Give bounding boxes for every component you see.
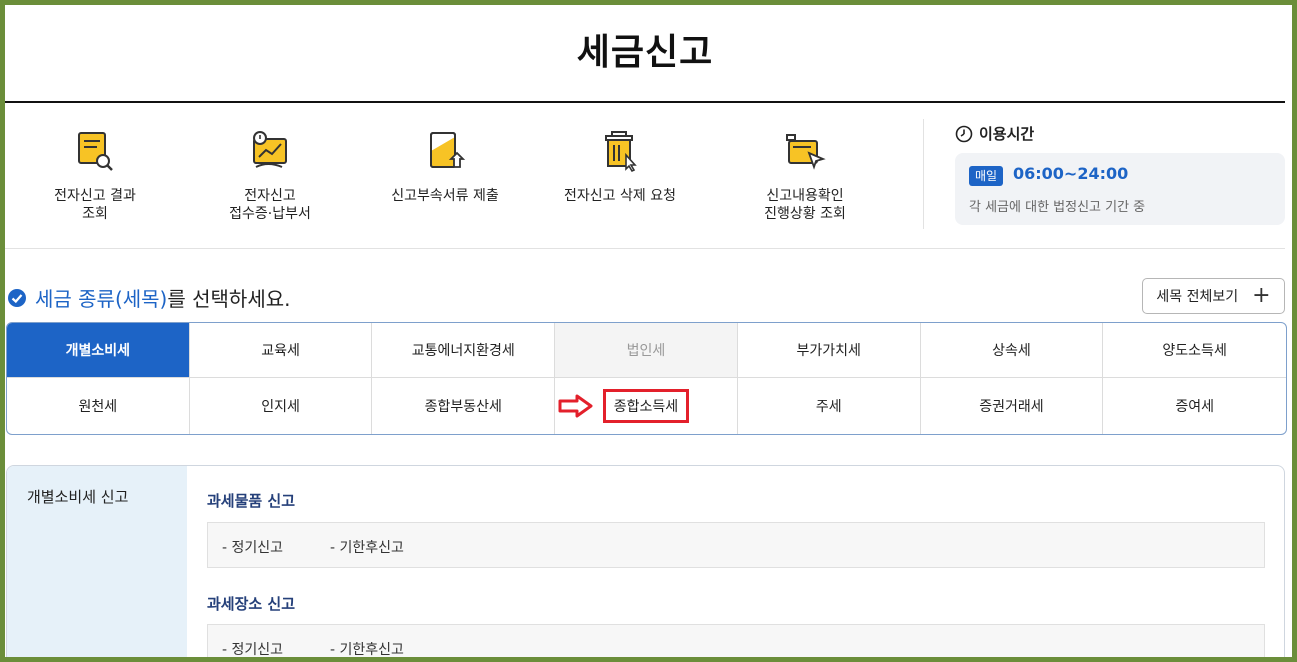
hours-desc: 각 세금에 대한 법정신고 기간 중 (969, 200, 1146, 215)
hours-title-text: 이용시간 (979, 125, 1035, 143)
tax-tab-education[interactable]: 교육세 (189, 323, 373, 378)
quick-menu-label: 전자신고 결과 조회 (54, 188, 136, 222)
hours-box: 매일 06:00~24:00 각 세금에 대한 법정신고 기간 중 (955, 153, 1285, 225)
quick-menu-receipt[interactable]: 전자신고 접수증·납부서 (185, 129, 355, 223)
quick-menu-divider (923, 119, 924, 229)
option-late-filing[interactable]: - 기한후신고 (330, 537, 404, 557)
quick-menu-label: 신고부속서류 제출 (391, 188, 499, 204)
option-regular-filing[interactable]: - 정기신고 (222, 537, 283, 557)
receipt-chart-icon (253, 131, 287, 168)
quick-menu-label: 신고내용확인 진행상황 조회 (764, 188, 846, 222)
tax-tab-withholding[interactable]: 원천세 (7, 378, 190, 434)
tax-type-grid: 개별소비세 교육세 교통에너지환경세 법인세 부가가치세 상속세 양도소득세 원… (6, 322, 1287, 435)
quick-menu-result-lookup[interactable]: 전자신고 결과 조회 (10, 129, 180, 223)
options-box-goods: - 정기신고 - 기한후신고 (207, 522, 1265, 568)
section-title-places: 과세장소 신고 (207, 595, 296, 613)
page-frame: 세금신고 전자신고 결과 조회 전자신고 접수증·납부서 신고부속서류 제출 전… (5, 5, 1292, 657)
tax-tab-securities-transaction[interactable]: 증권거래세 (921, 378, 1104, 434)
tax-tab-stamp[interactable]: 인지세 (190, 378, 373, 434)
highlight-box: 종합소득세 (602, 389, 690, 423)
document-upload-icon (430, 132, 466, 168)
tax-tab-global-income[interactable]: 종합소득세 (555, 378, 738, 434)
check-circle-icon (8, 288, 26, 307)
option-late-filing[interactable]: - 기한후신고 (330, 639, 404, 657)
select-heading-rest: 를 선택하세요. (167, 287, 291, 311)
tax-tab-individual-consumption[interactable]: 개별소비세 (7, 323, 190, 378)
quick-menu-label: 전자신고 접수증·납부서 (229, 188, 311, 222)
tax-detail-panel: 개별소비세 신고 과세물품 신고 - 정기신고 - 기한후신고 과세장소 신고 … (6, 465, 1285, 657)
quick-menu-label: 전자신고 삭제 요청 (564, 188, 676, 204)
document-search-icon (78, 132, 113, 171)
tax-tab-liquor[interactable]: 주세 (738, 378, 921, 434)
daily-badge: 매일 (969, 166, 1004, 186)
plus-icon: + (1252, 283, 1271, 308)
hours-time: 06:00~24:00 (1013, 164, 1129, 183)
tax-tab-capital-gains[interactable]: 양도소득세 (1103, 323, 1286, 378)
tax-tab-inheritance[interactable]: 상속세 (920, 323, 1104, 378)
trash-click-icon (605, 131, 637, 173)
right-arrow-icon (558, 394, 593, 418)
detail-side-panel: 개별소비세 신고 (7, 466, 187, 657)
detail-side-title: 개별소비세 신고 (27, 488, 129, 506)
section-divider (5, 248, 1285, 249)
section-title-goods: 과세물품 신고 (207, 492, 296, 510)
select-heading-highlight: 세금 종류(세목) (35, 287, 168, 311)
tax-tab-comprehensive-real-estate[interactable]: 종합부동산세 (372, 378, 556, 434)
quick-menu-status-lookup[interactable]: 신고내용확인 진행상황 조회 (720, 129, 890, 223)
clock-icon (955, 125, 973, 142)
document-send-icon (786, 134, 826, 170)
title-divider (5, 101, 1285, 103)
option-regular-filing[interactable]: - 정기신고 (222, 639, 283, 657)
quick-menu-attachment-submit[interactable]: 신고부속서류 제출 (360, 129, 530, 205)
tax-tab-vat[interactable]: 부가가치세 (737, 323, 921, 378)
hours-title: 이용시간 (955, 123, 1034, 144)
view-all-label: 세목 전체보기 (1156, 289, 1239, 305)
options-box-places: - 정기신고 - 기한후신고 (207, 624, 1265, 657)
view-all-tax-button[interactable]: 세목 전체보기 + (1142, 278, 1285, 314)
tax-tab-corporate[interactable]: 법인세 (555, 323, 738, 378)
page-title: 세금신고 (576, 32, 714, 73)
select-tax-heading: 세금 종류(세목)를 선택하세요. (7, 283, 291, 312)
quick-menu-delete-request[interactable]: 전자신고 삭제 요청 (535, 129, 705, 205)
tax-tab-transport-energy[interactable]: 교통에너지환경세 (372, 323, 556, 378)
tax-tab-gift[interactable]: 증여세 (1103, 378, 1286, 434)
